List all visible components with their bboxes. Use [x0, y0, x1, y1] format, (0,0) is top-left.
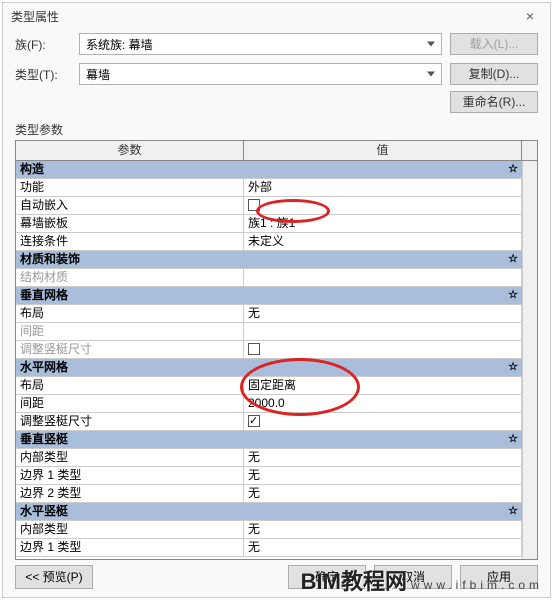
type-combo[interactable]: 幕墙	[79, 63, 442, 85]
table-row: 布局固定距离	[16, 377, 522, 395]
checkbox[interactable]	[248, 415, 260, 427]
watermark: BIM教程网 www.ifbim.com	[301, 564, 543, 596]
category-row[interactable]: 材质和装饰☆	[16, 251, 522, 269]
table-row: 内部类型无	[16, 449, 522, 467]
collapse-icon[interactable]: ☆	[504, 161, 522, 178]
table-row: 边界 2 类型无	[16, 485, 522, 503]
table-row: 调整竖梃尺寸	[16, 413, 522, 431]
close-icon[interactable]: ×	[518, 8, 542, 24]
table-row: 调整竖梃尺寸	[16, 341, 522, 359]
table-row: 边界 1 类型无	[16, 467, 522, 485]
collapse-icon[interactable]: ☆	[504, 251, 522, 268]
table-row: 自动嵌入	[16, 197, 522, 215]
table-row: 幕墙嵌板族1 : 族1	[16, 215, 522, 233]
table-row: 内部类型无	[16, 521, 522, 539]
type-label: 类型(T):	[15, 66, 71, 83]
header-value[interactable]: 值	[244, 141, 522, 160]
header-param[interactable]: 参数	[16, 141, 244, 160]
rename-button[interactable]: 重命名(R)...	[450, 91, 538, 113]
checkbox[interactable]	[248, 343, 260, 355]
dialog-title: 类型属性	[11, 8, 518, 25]
params-label: 类型参数	[3, 115, 550, 140]
checkbox[interactable]	[248, 199, 260, 211]
family-combo[interactable]: 系统族: 幕墙	[79, 33, 442, 55]
category-row[interactable]: 垂直竖梃☆	[16, 431, 522, 449]
header-scroll-spacer	[522, 141, 538, 160]
category-row[interactable]: 水平竖梃☆	[16, 503, 522, 521]
table-row: 边界 1 类型无	[16, 539, 522, 557]
category-row[interactable]: 垂直网格☆	[16, 287, 522, 305]
table-row: 间距2000.0	[16, 395, 522, 413]
table-row: 连接条件未定义	[16, 233, 522, 251]
scrollbar[interactable]	[522, 161, 538, 559]
collapse-icon[interactable]: ☆	[504, 503, 522, 520]
collapse-icon[interactable]: ☆	[504, 359, 522, 376]
category-row[interactable]: 构造☆	[16, 161, 522, 179]
params-grid: 参数 值 构造☆ 功能外部 自动嵌入 幕墙嵌板族1 : 族1 连接条件未定义 材…	[15, 140, 538, 560]
family-label: 族(F):	[15, 36, 71, 53]
table-row: 间距	[16, 323, 522, 341]
table-row: 结构材质	[16, 269, 522, 287]
load-button: 载入(L)...	[450, 33, 538, 55]
table-row: 布局无	[16, 305, 522, 323]
preview-button[interactable]: << 预览(P)	[15, 565, 93, 589]
collapse-icon[interactable]: ☆	[504, 431, 522, 448]
collapse-icon[interactable]: ☆	[504, 287, 522, 304]
table-row: 功能外部	[16, 179, 522, 197]
category-row[interactable]: 水平网格☆	[16, 359, 522, 377]
duplicate-button[interactable]: 复制(D)...	[450, 63, 538, 85]
